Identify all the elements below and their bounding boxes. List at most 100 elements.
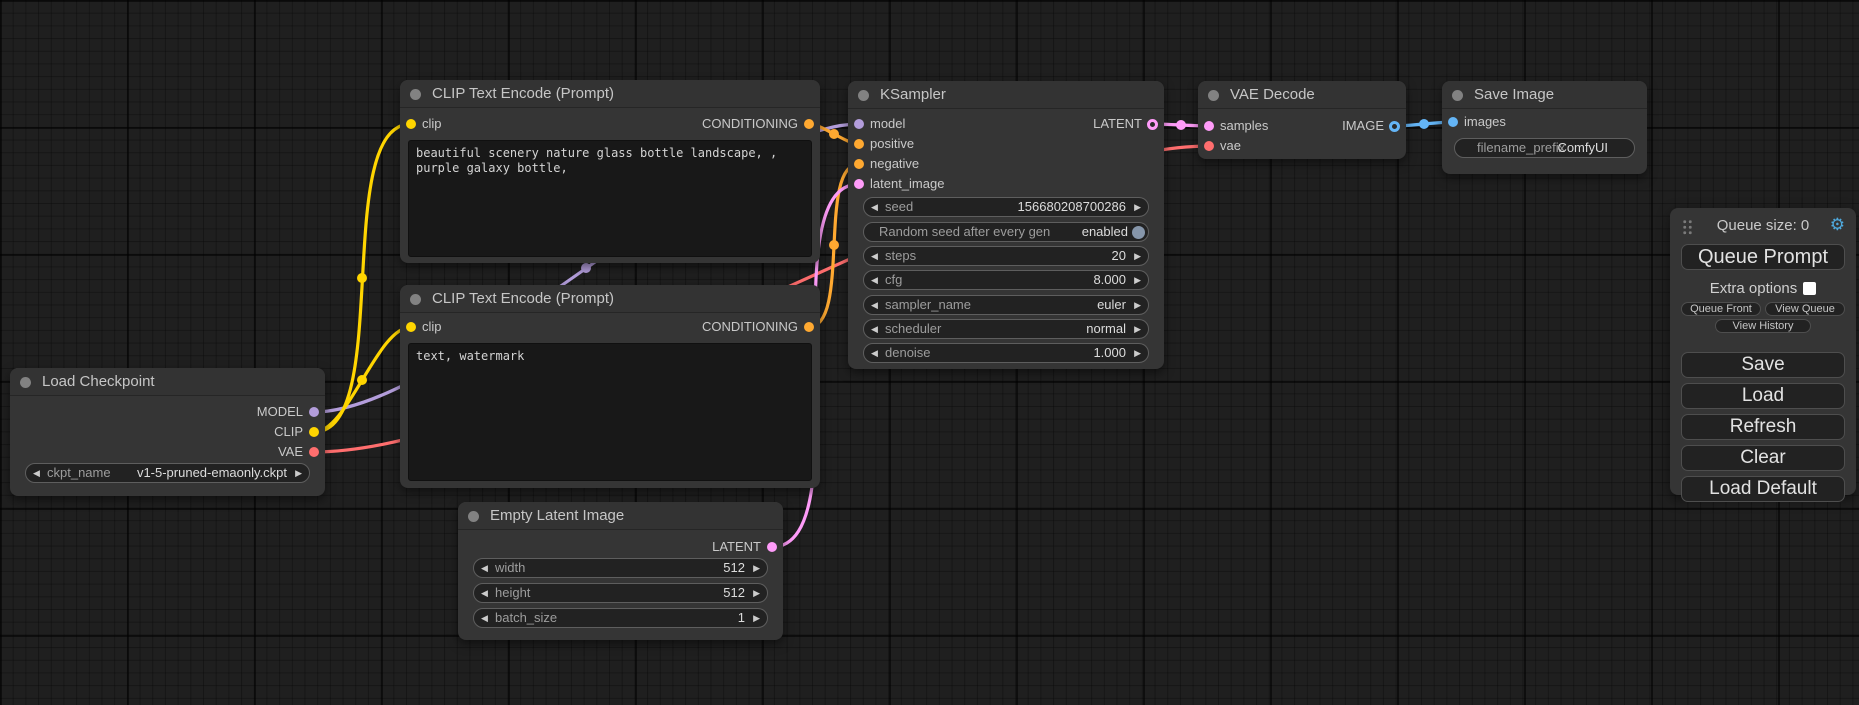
- increment-icon[interactable]: ▶: [1134, 198, 1141, 216]
- collapse-dot-icon[interactable]: [1452, 90, 1463, 101]
- widget-label: ckpt_name: [47, 464, 111, 482]
- increment-icon[interactable]: ▶: [1134, 296, 1141, 314]
- view-queue-button[interactable]: View Queue: [1765, 302, 1845, 316]
- input-slot-vae[interactable]: [1204, 141, 1214, 151]
- prompt-textarea[interactable]: text, watermark: [408, 343, 812, 481]
- collapse-dot-icon[interactable]: [1208, 90, 1219, 101]
- increment-icon[interactable]: ▶: [295, 464, 302, 482]
- increment-icon[interactable]: ▶: [753, 609, 760, 627]
- output-slot-clip[interactable]: [309, 427, 319, 437]
- denoise-widget[interactable]: ◀ denoise 1.000 ▶: [863, 343, 1149, 363]
- node-title: Empty Latent Image: [490, 507, 624, 524]
- queue-panel: Queue size: 0 ⚙ Queue Prompt Extra optio…: [1670, 208, 1856, 495]
- seed-widget[interactable]: ◀ seed 156680208700286 ▶: [863, 197, 1149, 217]
- scheduler-widget[interactable]: ◀ scheduler normal ▶: [863, 319, 1149, 339]
- output-slot-conditioning[interactable]: [804, 119, 814, 129]
- increment-icon[interactable]: ▶: [753, 559, 760, 577]
- decrement-icon[interactable]: ◀: [871, 198, 878, 216]
- output-label-vae: VAE: [278, 442, 303, 462]
- node-clip-text-encode-negative[interactable]: CLIP Text Encode (Prompt) clip CONDITION…: [400, 285, 820, 488]
- input-slot-clip[interactable]: [406, 119, 416, 129]
- node-vae-decode[interactable]: VAE Decode samples IMAGE vae: [1198, 81, 1406, 159]
- extra-options-checkbox[interactable]: [1803, 282, 1816, 295]
- ckpt-name-widget[interactable]: ◀ ckpt_name v1-5-pruned-emaonly.ckpt ▶: [25, 463, 310, 483]
- input-slot-clip[interactable]: [406, 322, 416, 332]
- output-slot-model[interactable]: [309, 407, 319, 417]
- widget-value: 8.000: [1093, 271, 1126, 289]
- node-title-bar[interactable]: CLIP Text Encode (Prompt): [400, 80, 820, 108]
- clear-button[interactable]: Clear: [1681, 445, 1845, 471]
- decrement-icon[interactable]: ◀: [871, 296, 878, 314]
- widget-value: ComfyUI: [1557, 139, 1608, 157]
- widget-label: height: [495, 584, 530, 602]
- steps-widget[interactable]: ◀ steps 20 ▶: [863, 246, 1149, 266]
- input-slot-negative[interactable]: [854, 159, 864, 169]
- collapse-dot-icon[interactable]: [858, 90, 869, 101]
- node-clip-text-encode-positive[interactable]: CLIP Text Encode (Prompt) clip CONDITION…: [400, 80, 820, 263]
- decrement-icon[interactable]: ◀: [871, 320, 878, 338]
- load-button[interactable]: Load: [1681, 383, 1845, 409]
- prompt-textarea[interactable]: beautiful scenery nature glass bottle la…: [408, 140, 812, 257]
- node-empty-latent-image[interactable]: Empty Latent Image LATENT ◀ width 512 ▶ …: [458, 502, 783, 640]
- decrement-icon[interactable]: ◀: [481, 609, 488, 627]
- node-load-checkpoint[interactable]: Load Checkpoint MODEL CLIP VAE ◀ ckpt_na…: [10, 368, 325, 496]
- widget-label: cfg: [885, 271, 902, 289]
- node-title: CLIP Text Encode (Prompt): [432, 85, 614, 102]
- node-ksampler[interactable]: KSampler model LATENT positive negative …: [848, 81, 1164, 369]
- refresh-button[interactable]: Refresh: [1681, 414, 1845, 440]
- queue-front-button[interactable]: Queue Front: [1681, 302, 1761, 316]
- decrement-icon[interactable]: ◀: [481, 584, 488, 602]
- graph-canvas[interactable]: Load Checkpoint MODEL CLIP VAE ◀ ckpt_na…: [0, 0, 1859, 705]
- queue-prompt-button[interactable]: Queue Prompt: [1681, 244, 1845, 270]
- output-slot-conditioning[interactable]: [804, 322, 814, 332]
- output-slot-latent[interactable]: [767, 542, 777, 552]
- collapse-dot-icon[interactable]: [410, 294, 421, 305]
- widget-label: width: [495, 559, 525, 577]
- batch-size-widget[interactable]: ◀ batch_size 1 ▶: [473, 608, 768, 628]
- increment-icon[interactable]: ▶: [1134, 271, 1141, 289]
- node-title-bar[interactable]: Empty Latent Image: [458, 502, 783, 530]
- node-title-bar[interactable]: Save Image: [1442, 81, 1647, 109]
- input-slot-model[interactable]: [854, 119, 864, 129]
- input-label-vae: vae: [1220, 136, 1241, 156]
- input-slot-latent-image[interactable]: [854, 179, 864, 189]
- decrement-icon[interactable]: ◀: [871, 271, 878, 289]
- filename-prefix-widget[interactable]: filename_prefix ComfyUI: [1454, 138, 1635, 158]
- output-slot-latent[interactable]: [1147, 119, 1158, 130]
- cfg-widget[interactable]: ◀ cfg 8.000 ▶: [863, 270, 1149, 290]
- load-default-button[interactable]: Load Default: [1681, 476, 1845, 502]
- node-save-image[interactable]: Save Image images filename_prefix ComfyU…: [1442, 81, 1647, 174]
- decrement-icon[interactable]: ◀: [33, 464, 40, 482]
- input-slot-samples[interactable]: [1204, 121, 1214, 131]
- increment-icon[interactable]: ▶: [1134, 344, 1141, 362]
- increment-icon[interactable]: ▶: [1134, 320, 1141, 338]
- output-slot-vae[interactable]: [309, 447, 319, 457]
- decrement-icon[interactable]: ◀: [871, 247, 878, 265]
- decrement-icon[interactable]: ◀: [481, 559, 488, 577]
- decrement-icon[interactable]: ◀: [871, 344, 878, 362]
- save-button[interactable]: Save: [1681, 352, 1845, 378]
- node-title-bar[interactable]: KSampler: [848, 81, 1164, 109]
- output-slot-image[interactable]: [1389, 121, 1400, 132]
- collapse-dot-icon[interactable]: [20, 377, 31, 388]
- widget-label: steps: [885, 247, 916, 265]
- widget-value: euler: [1097, 296, 1126, 314]
- width-widget[interactable]: ◀ width 512 ▶: [473, 558, 768, 578]
- input-slot-images[interactable]: [1448, 117, 1458, 127]
- collapse-dot-icon[interactable]: [468, 511, 479, 522]
- settings-gear-icon[interactable]: ⚙: [1830, 215, 1845, 235]
- view-history-button[interactable]: View History: [1715, 319, 1811, 333]
- widget-label: filename_prefix: [1477, 139, 1565, 157]
- height-widget[interactable]: ◀ height 512 ▶: [473, 583, 768, 603]
- node-title-bar[interactable]: VAE Decode: [1198, 81, 1406, 109]
- increment-icon[interactable]: ▶: [753, 584, 760, 602]
- input-slot-positive[interactable]: [854, 139, 864, 149]
- increment-icon[interactable]: ▶: [1134, 247, 1141, 265]
- node-title-bar[interactable]: CLIP Text Encode (Prompt): [400, 285, 820, 313]
- collapse-dot-icon[interactable]: [410, 89, 421, 100]
- random-seed-toggle-widget[interactable]: Random seed after every gen enabled: [863, 222, 1149, 242]
- drag-handle-icon[interactable]: [1682, 219, 1693, 235]
- toggle-icon[interactable]: [1132, 226, 1145, 239]
- sampler-name-widget[interactable]: ◀ sampler_name euler ▶: [863, 295, 1149, 315]
- node-title-bar[interactable]: Load Checkpoint: [10, 368, 325, 396]
